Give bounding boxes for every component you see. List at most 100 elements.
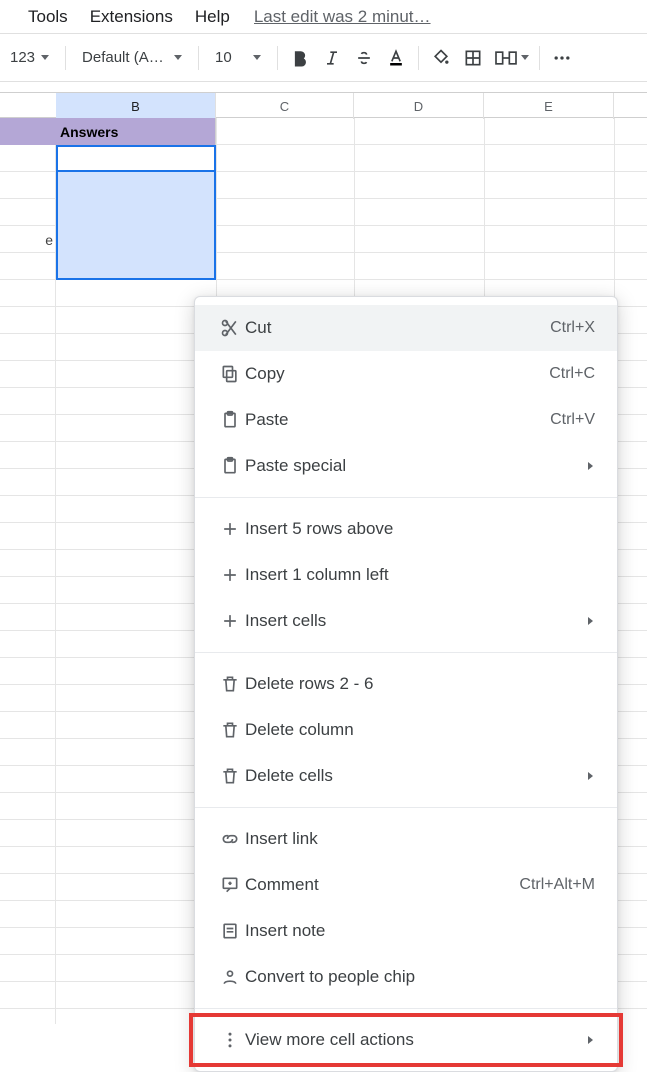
col-header-c[interactable]: C [216,93,354,119]
menu-item-shortcut: Ctrl+V [550,411,595,429]
separator [418,46,419,70]
copy-icon [215,363,245,385]
fill-color-button[interactable] [425,43,457,73]
menu-item-shortcut: Ctrl+Alt+M [519,876,595,894]
separator [65,46,66,70]
link-icon [215,828,245,850]
active-cell [56,145,216,172]
text-color-icon [386,48,406,68]
separator [277,46,278,70]
col-header-e[interactable]: E [484,93,614,119]
menu-item-shortcut: Ctrl+C [549,365,595,383]
menu-extensions[interactable]: Extensions [80,3,183,31]
col-header-b[interactable]: B [56,93,216,119]
last-edit-link[interactable]: Last edit was 2 minut… [254,7,431,27]
menu-tools[interactable]: Tools [18,3,78,31]
trash-icon [215,765,245,787]
menu-item-paste[interactable]: PasteCtrl+V [195,397,617,443]
menu-help[interactable]: Help [185,3,240,31]
menu-item-delete-column[interactable]: Delete column [195,707,617,753]
strike-button[interactable] [348,43,380,73]
plus-icon [215,564,245,586]
bold-button[interactable] [284,43,316,73]
menu-item-label: Insert 5 rows above [245,519,595,539]
menubar: Tools Extensions Help Last edit was 2 mi… [0,0,647,34]
menu-item-insert-1-column-left[interactable]: Insert 1 column left [195,552,617,598]
separator [198,46,199,70]
more-icon [215,1029,245,1051]
text-color-button[interactable] [380,43,412,73]
person-icon [215,966,245,988]
menu-item-insert-cells[interactable]: Insert cells [195,598,617,644]
strike-icon [354,48,374,68]
menu-separator [195,652,617,653]
number-format-label: 123 [10,49,35,66]
menu-separator [195,1008,617,1009]
menu-item-label: Comment [245,875,519,895]
merge-icon [493,48,519,68]
fill-color-icon [431,48,451,68]
menu-item-label: Insert note [245,921,595,941]
menu-item-label: Paste special [245,456,585,476]
menu-item-convert-to-people-chip[interactable]: Convert to people chip [195,954,617,1000]
chevron-down-icon [521,55,529,60]
cell-a-partial[interactable] [0,172,55,199]
menu-item-label: Insert cells [245,611,585,631]
trash-icon [215,673,245,695]
chevron-down-icon [253,55,261,60]
context-menu: CutCtrl+XCopyCtrl+CPasteCtrl+VPaste spec… [194,296,618,1072]
menu-item-label: Cut [245,318,550,338]
plus-icon [215,518,245,540]
plus-icon [215,610,245,632]
menu-item-label: Copy [245,364,549,384]
menu-item-label: Delete column [245,720,595,740]
menu-item-paste-special[interactable]: Paste special [195,443,617,489]
submenu-arrow-icon [585,614,595,629]
menu-item-delete-cells[interactable]: Delete cells [195,753,617,799]
merge-cells-button[interactable] [489,43,533,73]
submenu-arrow-icon [585,1033,595,1048]
more-horizontal-icon [552,48,572,68]
italic-icon [322,48,342,68]
menu-item-comment[interactable]: CommentCtrl+Alt+M [195,862,617,908]
font-size-label: 10 [215,49,232,66]
borders-button[interactable] [457,43,489,73]
cut-icon [215,317,245,339]
column-headers: B C D E [0,92,647,118]
menu-item-shortcut: Ctrl+X [550,319,595,337]
menu-item-label: Convert to people chip [245,967,595,987]
bold-icon [290,48,310,68]
more-tools-button[interactable] [546,43,578,73]
chevron-down-icon [174,55,182,60]
note-icon [215,920,245,942]
chevron-down-icon [41,55,49,60]
font-size-dropdown[interactable]: 10 [205,43,271,73]
menu-item-label: Insert 1 column left [245,565,595,585]
borders-icon [463,48,483,68]
number-format-dropdown[interactable]: 123 [0,43,59,73]
toolbar: 123 Default (Ari… 10 [0,34,647,82]
separator [539,46,540,70]
menu-item-copy[interactable]: CopyCtrl+C [195,351,617,397]
menu-item-label: View more cell actions [245,1030,585,1050]
menu-item-label: Delete rows 2 - 6 [245,674,595,694]
font-family-dropdown[interactable]: Default (Ari… [72,43,192,73]
cell-a-partial2[interactable]: e [0,226,55,253]
cell-b1[interactable]: Answers [0,118,216,145]
menu-item-label: Paste [245,410,550,430]
italic-button[interactable] [316,43,348,73]
trash-icon [215,719,245,741]
submenu-arrow-icon [585,459,595,474]
paste-icon [215,409,245,431]
menu-item-insert-note[interactable]: Insert note [195,908,617,954]
menu-item-insert-link[interactable]: Insert link [195,816,617,862]
menu-item-delete-rows-2-6[interactable]: Delete rows 2 - 6 [195,661,617,707]
menu-separator [195,497,617,498]
paste-icon [215,455,245,477]
menu-separator [195,807,617,808]
menu-item-label: Insert link [245,829,595,849]
col-header-d[interactable]: D [354,93,484,119]
submenu-arrow-icon [585,769,595,784]
menu-item-insert-5-rows-above[interactable]: Insert 5 rows above [195,506,617,552]
menu-item-cut[interactable]: CutCtrl+X [195,305,617,351]
